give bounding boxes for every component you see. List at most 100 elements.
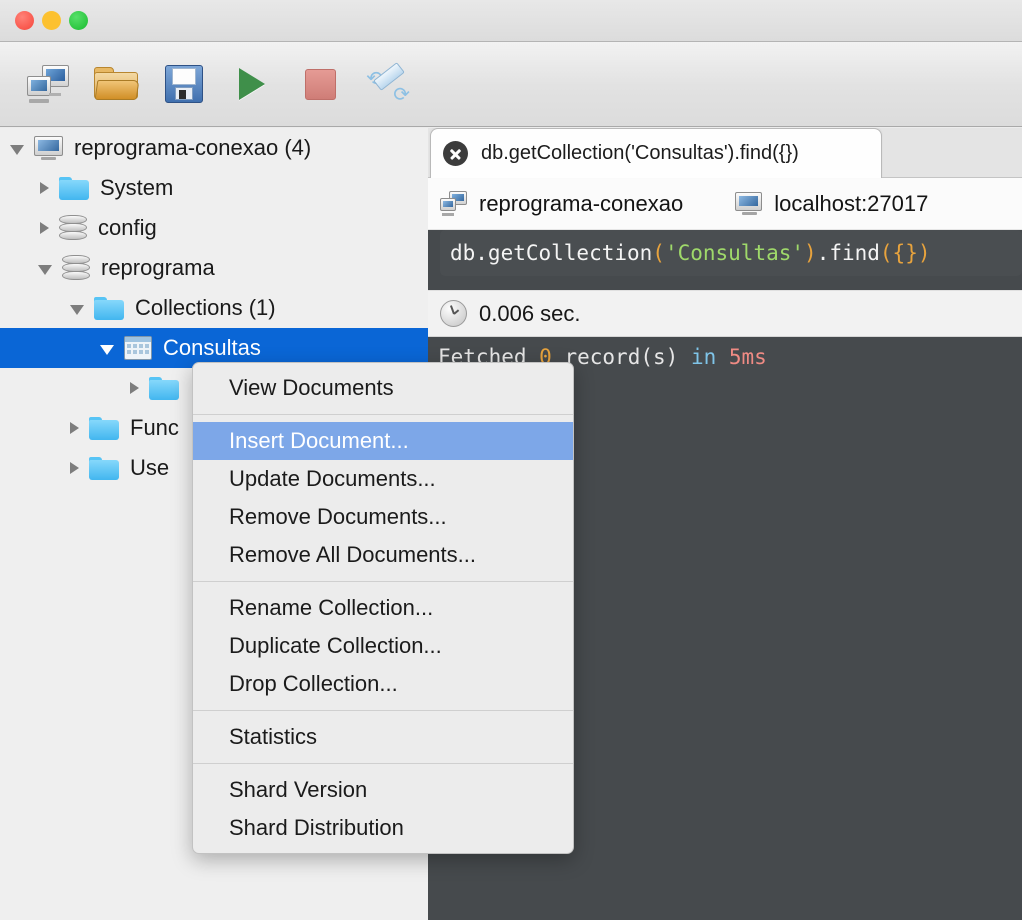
chevron-right-icon[interactable] — [130, 382, 139, 394]
collection-context-menu[interactable]: View Documents Insert Document... Update… — [192, 362, 574, 854]
tree-item-label: Collections (1) — [135, 295, 276, 320]
stop-button[interactable] — [286, 53, 354, 115]
menu-item-label: Duplicate Collection... — [229, 633, 442, 658]
query-editor[interactable]: db.getCollection('Consultas') .find({}) — [440, 230, 1022, 276]
connection-name[interactable]: reprograma-conexao — [440, 191, 683, 217]
menu-separator — [193, 414, 573, 415]
menu-item-label: Remove Documents... — [229, 504, 447, 529]
maximize-window-button[interactable] — [69, 11, 88, 30]
connection-bar: reprograma-conexao localhost:27017 — [428, 178, 1022, 230]
server-icon — [735, 192, 763, 215]
menu-separator — [193, 763, 573, 764]
chevron-down-icon[interactable] — [100, 344, 114, 355]
folder-icon — [59, 176, 89, 200]
refresh-button[interactable]: ⟲⟳ — [354, 53, 422, 115]
editor-args: ({}) — [879, 241, 931, 265]
menu-separator — [193, 710, 573, 711]
open-button[interactable] — [82, 53, 150, 115]
database-icon — [59, 214, 87, 242]
grid-icon — [124, 336, 152, 360]
folder-icon — [149, 376, 179, 400]
chevron-down-icon[interactable] — [10, 144, 24, 155]
query-tab[interactable]: db.getCollection('Consultas').find({}) — [430, 128, 882, 178]
connection-name-label: reprograma-conexao — [479, 190, 684, 216]
chevron-right-icon[interactable] — [70, 462, 79, 474]
chevron-down-icon[interactable] — [70, 304, 84, 315]
menu-item-label: Statistics — [229, 724, 318, 749]
tree-item-label: Use — [130, 455, 170, 480]
query-tab-label: db.getCollection('Consultas').find({}) — [481, 142, 799, 164]
connection-host-label: localhost:27017 — [774, 190, 929, 216]
chevron-down-icon[interactable] — [38, 264, 52, 275]
database-icon — [62, 254, 90, 282]
elapsed-time: 0.006 sec. — [479, 300, 581, 326]
folder-icon — [89, 456, 119, 480]
stop-icon — [304, 68, 336, 100]
menu-item-shard-version[interactable]: Shard Version — [193, 771, 573, 809]
menu-item-remove-documents[interactable]: Remove Documents... — [193, 498, 573, 536]
menu-separator — [193, 581, 573, 582]
tree-item-label: Func — [130, 415, 179, 440]
menu-item-rename-collection[interactable]: Rename Collection... — [193, 589, 573, 627]
menu-item-label: Drop Collection... — [229, 671, 398, 696]
chevron-right-icon[interactable] — [70, 422, 79, 434]
editor-prefix: db.getCollection — [450, 241, 653, 265]
chevron-right-icon[interactable] — [40, 222, 49, 234]
toolbar: ⟲⟳ — [0, 42, 1022, 127]
window-controls — [15, 11, 88, 30]
title-bar — [0, 0, 1022, 42]
connect-icon — [27, 65, 69, 103]
floppy-save-icon — [165, 65, 203, 103]
menu-item-label: Remove All Documents... — [229, 542, 476, 567]
tree-item-label: config — [98, 215, 157, 240]
tree-item-system[interactable]: System — [0, 168, 428, 208]
refresh-icon: ⟲⟳ — [366, 62, 410, 104]
tree-item-label: Consultas — [163, 335, 261, 360]
console-duration: 5ms — [728, 345, 767, 369]
run-button[interactable] — [218, 53, 286, 115]
menu-item-duplicate-collection[interactable]: Duplicate Collection... — [193, 627, 573, 665]
minimize-window-button[interactable] — [42, 11, 61, 30]
menu-item-shard-distribution[interactable]: Shard Distribution — [193, 809, 573, 847]
clock-icon — [440, 300, 467, 327]
menu-item-drop-collection[interactable]: Drop Collection... — [193, 665, 573, 703]
folder-icon — [89, 416, 119, 440]
server-icon — [34, 136, 63, 160]
tab-strip: db.getCollection('Consultas').find({}) — [428, 128, 1022, 178]
menu-item-statistics[interactable]: Statistics — [193, 718, 573, 756]
menu-item-insert-document[interactable]: Insert Document... — [193, 422, 573, 460]
tree-item-collections[interactable]: Collections (1) — [0, 288, 428, 328]
tree-item-connection[interactable]: reprograma-conexao (4) — [0, 128, 428, 168]
console-middle: record(s) — [564, 345, 679, 369]
menu-item-label: Rename Collection... — [229, 595, 434, 620]
editor-string: 'Consultas' — [664, 241, 805, 265]
tree-item-config[interactable]: config — [0, 208, 428, 248]
menu-item-label: Insert Document... — [229, 428, 409, 453]
console-in: in — [690, 345, 717, 369]
connect-icon — [440, 191, 467, 216]
menu-item-label: Update Documents... — [229, 466, 436, 491]
folder-icon — [94, 296, 124, 320]
connection-host[interactable]: localhost:27017 — [735, 191, 928, 217]
menu-item-label: Shard Version — [229, 777, 368, 802]
status-bar: 0.006 sec. — [428, 290, 1022, 337]
connect-button[interactable] — [14, 53, 82, 115]
tree-item-label: reprograma-conexao (4) — [74, 135, 312, 160]
editor-open-paren: ( — [652, 241, 665, 265]
close-circle-icon[interactable] — [443, 141, 468, 166]
app-window: ⟲⟳ reprograma-conexao (4) System config — [0, 0, 1022, 920]
tree-item-label: System — [100, 175, 174, 200]
menu-item-update-documents[interactable]: Update Documents... — [193, 460, 573, 498]
folder-open-icon — [94, 67, 140, 101]
play-icon — [239, 68, 265, 100]
menu-item-view-documents[interactable]: View Documents — [193, 369, 573, 407]
menu-item-label: Shard Distribution — [229, 815, 404, 840]
menu-item-remove-all-documents[interactable]: Remove All Documents... — [193, 536, 573, 574]
tree-item-label: reprograma — [101, 255, 215, 280]
chevron-right-icon[interactable] — [40, 182, 49, 194]
save-button[interactable] — [150, 53, 218, 115]
tree-item-reprograma[interactable]: reprograma — [0, 248, 428, 288]
close-window-button[interactable] — [15, 11, 34, 30]
menu-item-label: View Documents — [229, 375, 394, 400]
editor-method: .find — [816, 241, 880, 265]
